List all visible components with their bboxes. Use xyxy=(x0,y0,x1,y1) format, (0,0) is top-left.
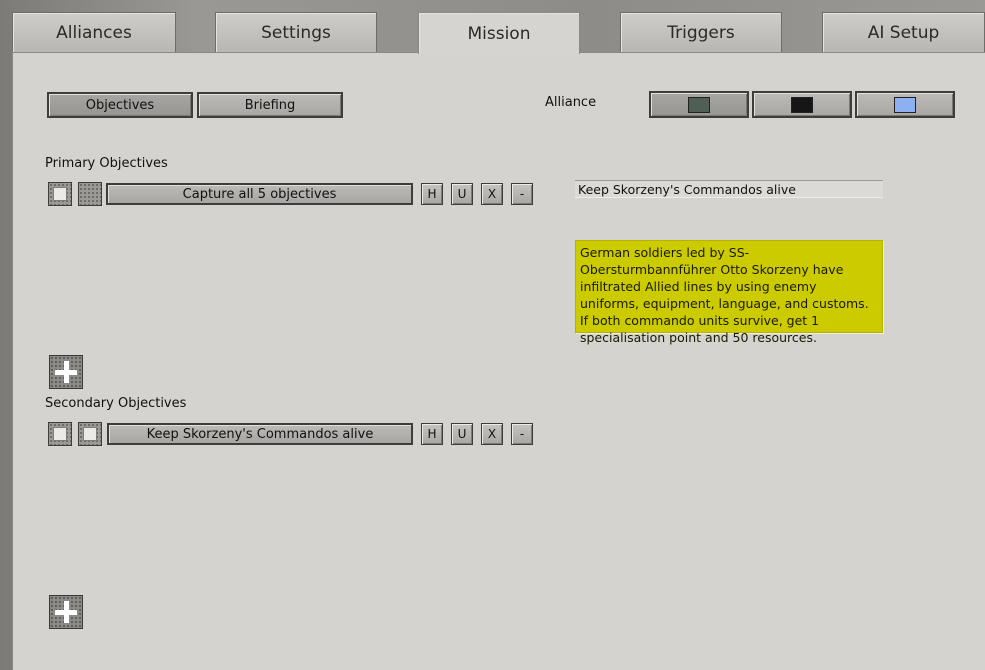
alliance-swatch-button-1[interactable] xyxy=(649,91,749,118)
primary-h-button[interactable]: H xyxy=(421,183,443,205)
alliance-swatch-button-3[interactable] xyxy=(855,91,955,118)
secondary-objectives-heading: Secondary Objectives xyxy=(45,396,187,411)
add-primary-objective-button[interactable] xyxy=(49,355,83,389)
tab-mission[interactable]: Mission xyxy=(418,12,580,54)
tab-settings[interactable]: Settings xyxy=(215,12,377,52)
primary-objectives-heading: Primary Objectives xyxy=(45,156,168,171)
objective-title-field[interactable]: Keep Skorzeny's Commandos alive xyxy=(575,180,883,198)
alliance-swatch-button-2[interactable] xyxy=(752,91,852,118)
tab-triggers[interactable]: Triggers xyxy=(620,12,782,52)
objective-description-field[interactable]: German soldiers led by SS-Obersturmbannf… xyxy=(575,240,883,345)
tab-alliances[interactable]: Alliances xyxy=(12,12,176,52)
add-secondary-objective-button[interactable] xyxy=(49,595,83,629)
objectives-button[interactable]: Objectives xyxy=(47,92,193,118)
secondary-objective-title[interactable]: Keep Skorzeny's Commandos alive xyxy=(107,423,413,445)
alliance-label: Alliance xyxy=(545,95,597,110)
secondary-x-button[interactable]: X xyxy=(481,423,503,445)
alliance-color-swatch xyxy=(688,96,710,113)
primary-remove-button[interactable]: - xyxy=(511,183,533,205)
secondary-objective-checkbox[interactable] xyxy=(48,422,72,446)
alliance-color-swatch xyxy=(791,96,813,113)
primary-objective-toggle[interactable] xyxy=(78,182,102,206)
tab-ai-setup[interactable]: AI Setup xyxy=(822,12,985,52)
primary-x-button[interactable]: X xyxy=(481,183,503,205)
secondary-remove-button[interactable]: - xyxy=(511,423,533,445)
secondary-objective-toggle[interactable] xyxy=(78,422,102,446)
secondary-u-button[interactable]: U xyxy=(451,423,473,445)
alliance-color-swatch xyxy=(894,96,916,113)
briefing-button[interactable]: Briefing xyxy=(197,92,343,118)
primary-u-button[interactable]: U xyxy=(451,183,473,205)
primary-objective-title[interactable]: Capture all 5 objectives xyxy=(106,183,413,205)
primary-objective-checkbox[interactable] xyxy=(48,182,72,206)
secondary-h-button[interactable]: H xyxy=(421,423,443,445)
mission-panel: Objectives Briefing Alliance Primary Obj… xyxy=(12,52,985,670)
